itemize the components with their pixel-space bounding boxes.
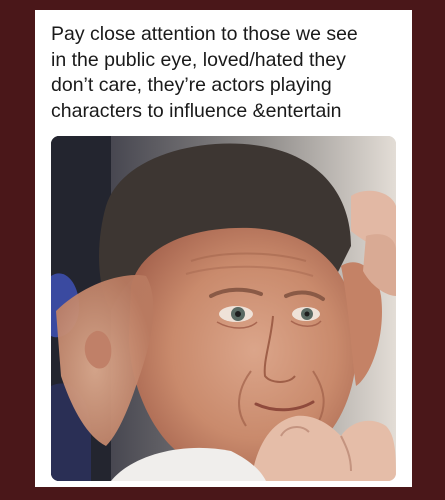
meme-caption: Pay close attention to those we see in t… [51, 23, 358, 122]
meme-photo [51, 136, 396, 481]
meme-card: Pay close attention to those we see in t… [35, 10, 412, 487]
